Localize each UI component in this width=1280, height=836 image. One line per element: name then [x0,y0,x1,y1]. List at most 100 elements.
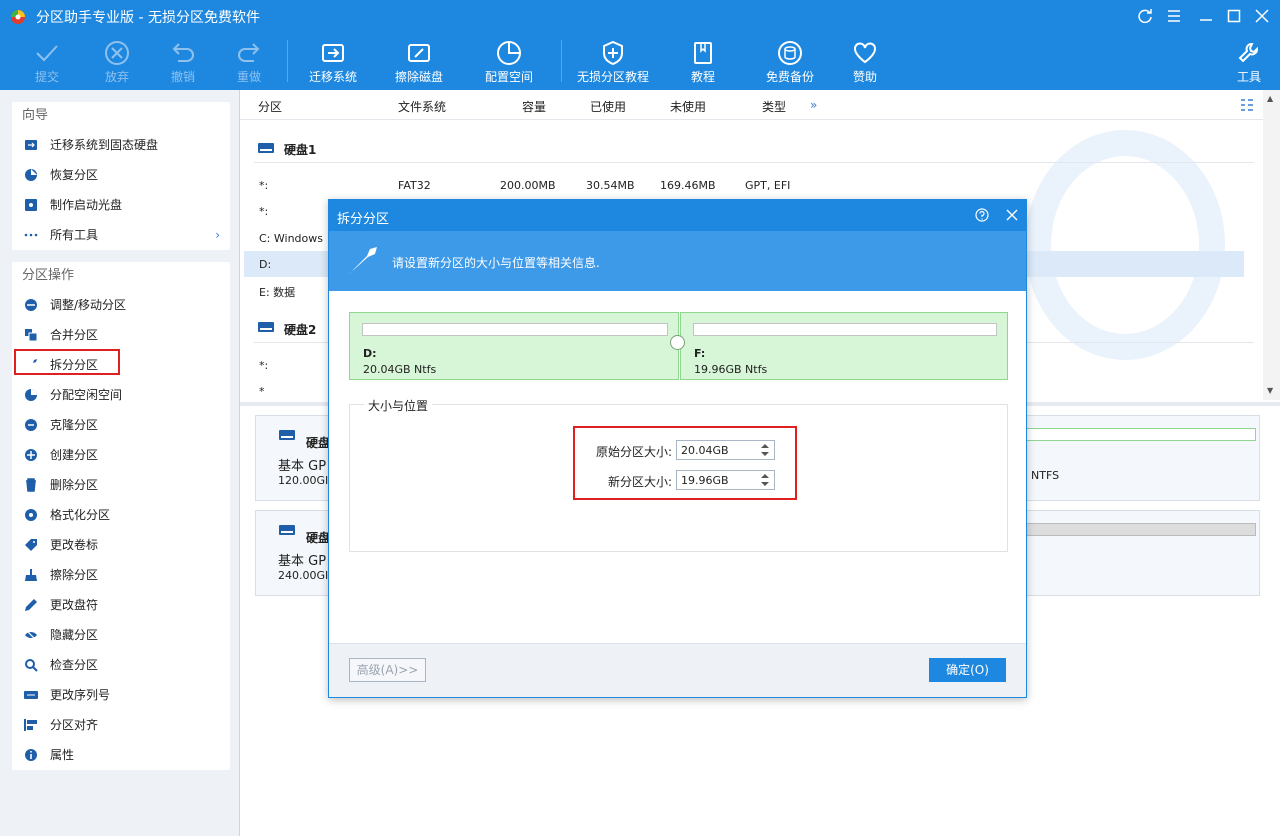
undo-button[interactable]: 撤销 [158,36,208,88]
scroll-up-icon[interactable]: ▲ [1267,94,1273,103]
tools-icon [1238,43,1258,63]
disk-icon [258,322,274,332]
recover-icon [25,169,37,181]
group-title: 大小与位置 [364,397,433,414]
dialog-banner: 请设置新分区的大小与位置等相关信息. [329,231,1026,291]
ssd-migrate-icon [25,140,37,150]
wizard-title: 向导 [22,108,49,123]
menu-icon[interactable] [1160,4,1188,28]
tools-button[interactable]: 工具 [1230,36,1268,88]
discard-button[interactable]: 放弃 [92,36,142,88]
bootable-cd-icon [25,199,37,211]
refresh-icon[interactable] [1131,4,1159,28]
lossless-tutorial-button[interactable]: 无损分区教程 [572,36,654,88]
free-backup-button[interactable]: 免费备份 [757,36,823,88]
advanced-button[interactable]: 高级(A)>> [349,658,426,682]
info-icon [25,749,37,761]
clone-icon [25,419,37,431]
sidebar-item-change-label[interactable]: 更改卷标 [12,530,230,560]
layout-icon[interactable] [1240,98,1254,112]
wipe-disk-button[interactable]: 擦除磁盘 [386,36,452,88]
more-dots-icon [24,233,38,237]
sidebar-item-merge[interactable]: 合并分区 [12,320,230,350]
create-icon [25,449,37,461]
col-capacity[interactable]: 容量 [522,98,546,115]
partition-f-usage-bar [693,323,997,336]
tutorial-button[interactable]: 教程 [678,36,728,88]
sidebar-item-all-tools[interactable]: 所有工具 › [12,220,230,250]
col-filesystem[interactable]: 文件系统 [398,98,446,115]
cancel-circle-icon [105,41,129,65]
help-icon[interactable] [975,208,989,222]
serial-icon [24,691,38,699]
wipe-disk-icon [408,44,430,62]
align-icon [24,719,37,731]
table-row[interactable]: *: FAT32 200.00MB 30.54MB 169.46MB GPT, … [244,172,1244,198]
sidebar-item-hide[interactable]: 隐藏分区 [12,620,230,650]
close-icon[interactable] [1248,4,1276,28]
check-icon [36,45,58,62]
sidebar-item-bootable-cd[interactable]: 制作启动光盘 [12,190,230,220]
sidebar-item-properties[interactable]: 属性 [12,740,230,770]
disk1-label: 硬盘1 [284,143,317,157]
migrate-os-button[interactable]: 迁移系统 [300,36,366,88]
dialog-title-bar: 拆分分区 [329,200,1026,231]
toolbar-separator [561,40,562,82]
resize-icon [25,299,37,311]
dialog-footer: 高级(A)>> 确定(O) [329,643,1026,697]
sidebar-item-migrate-ssd[interactable]: 迁移系统到固态硬盘 [12,130,230,160]
dialog-title: 拆分分区 [337,212,390,227]
sidebar-item-format[interactable]: 格式化分区 [12,500,230,530]
sidebar-item-allocate-free[interactable]: 分配空闲空间 [12,380,230,410]
col-more-chevron[interactable]: » [810,98,817,112]
maximize-icon[interactable] [1220,4,1248,28]
shield-plus-icon [603,40,623,66]
scroll-down-icon[interactable]: ▼ [1267,386,1273,395]
partition-bar [1026,523,1256,536]
col-partition[interactable]: 分区 [258,98,282,115]
sidebar-item-create[interactable]: 创建分区 [12,440,230,470]
partition-d-box[interactable]: D: 20.04GB Ntfs [349,312,679,380]
chevron-right-icon: › [215,228,220,242]
sponsor-button[interactable]: 赞助 [840,36,890,88]
partition-ops-panel: 分区操作 调整/移动分区 合并分区 拆分分区 分配空闲空间 克隆分区 创建分区 … [12,262,230,770]
allocate-space-button[interactable]: 配置空间 [476,36,542,88]
split-highlight-box [14,349,120,375]
toolbar: 提交 放弃 撤销 重做 迁移系统 擦除磁盘 配置空间 无损分区教程 教程 免费备… [0,32,1280,90]
redo-button[interactable]: 重做 [224,36,274,88]
row-divider [254,162,1254,163]
dialog-close-icon[interactable] [1005,208,1019,222]
sidebar-item-change-letter[interactable]: 更改盘符 [12,590,230,620]
sidebar-item-serial[interactable]: 更改序列号 [12,680,230,710]
disk-icon [279,525,295,535]
minimize-icon[interactable] [1192,4,1220,28]
heart-icon [854,42,876,64]
scrollbar[interactable]: ▲ ▼ [1263,90,1280,400]
ok-button[interactable]: 确定(O) [929,658,1006,682]
size-highlight-box [573,426,797,500]
pen-icon [25,599,37,611]
submit-button[interactable]: 提交 [22,36,72,88]
wizard-panel: 向导 迁移系统到固态硬盘 恢复分区 制作启动光盘 所有工具 › [12,102,230,250]
col-used[interactable]: 已使用 [590,98,626,115]
sidebar-item-clone[interactable]: 克隆分区 [12,410,230,440]
migrate-os-icon [322,44,344,62]
col-free[interactable]: 未使用 [670,98,706,115]
split-drag-handle[interactable] [670,335,685,350]
partition-f-box[interactable]: F: 19.96GB Ntfs [680,312,1008,380]
sidebar-item-recover[interactable]: 恢复分区 [12,160,230,190]
sidebar-item-delete[interactable]: 删除分区 [12,470,230,500]
sidebar-item-resize[interactable]: 调整/移动分区 [12,290,230,320]
window-title: 分区助手专业版 - 无损分区免费软件 [36,10,260,26]
sidebar: 向导 迁移系统到固态硬盘 恢复分区 制作启动光盘 所有工具 › 分区操作 调整/… [0,90,240,836]
sidebar-item-align[interactable]: 分区对齐 [12,710,230,740]
col-type[interactable]: 类型 [762,98,786,115]
sidebar-item-wipe[interactable]: 擦除分区 [12,560,230,590]
tag-icon [25,539,37,551]
disk-icon [279,430,295,440]
partition-bar [1026,428,1256,441]
sidebar-item-check[interactable]: 检查分区 [12,650,230,680]
allocate-free-icon [25,389,37,401]
disk2-label: 硬盘2 [284,323,317,337]
hide-icon [25,629,37,641]
